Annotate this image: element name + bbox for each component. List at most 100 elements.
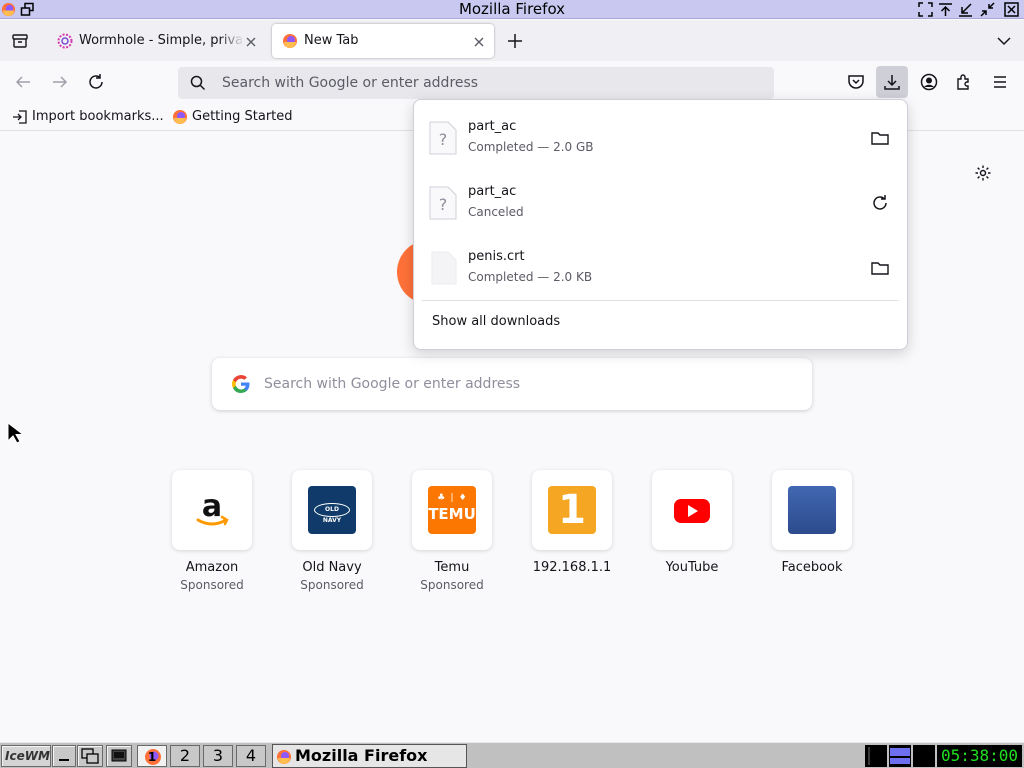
unknown-file-icon: ? [429, 121, 457, 155]
list-all-tabs-chevron-icon[interactable] [995, 32, 1013, 50]
tab-new-tab[interactable]: New Tab [272, 24, 494, 58]
url-input[interactable] [222, 67, 762, 99]
task-button-firefox[interactable]: Mozilla Firefox [272, 744, 467, 768]
restore-icon[interactable] [980, 2, 995, 17]
download-item[interactable]: ? part_ac Canceled [422, 172, 899, 234]
download-item[interactable]: ? part_ac Completed — 2.0 GB [422, 107, 899, 169]
hamburger-menu-icon[interactable] [991, 73, 1009, 91]
folder-icon[interactable] [870, 128, 890, 148]
retry-icon[interactable] [870, 193, 890, 213]
sponsored-label: Sponsored [420, 578, 484, 592]
memory-monitor-icon [913, 745, 935, 767]
shortcut-name: Amazon [185, 560, 239, 575]
facebook-logo-text: f [788, 490, 836, 535]
download-filename: penis.crt [468, 249, 525, 264]
close-window-icon[interactable] [1004, 2, 1019, 17]
clock: 05:38:00 [937, 745, 1022, 767]
tab-wormhole[interactable]: Wormhole - Simple, private [47, 24, 266, 58]
downloads-panel: ? part_ac Completed — 2.0 GB ? part_ac C… [413, 99, 908, 350]
shortcut-tile[interactable]: OLD NAVY [292, 470, 372, 550]
sponsored-label: Sponsored [300, 578, 364, 592]
download-status: Completed — 2.0 GB [468, 140, 594, 154]
download-icon [883, 73, 901, 91]
shortcut-name: Temu [434, 560, 470, 575]
terminal-button[interactable] [106, 745, 132, 767]
folder-icon[interactable] [870, 258, 890, 278]
window-titlebar: Mozilla Firefox [0, 0, 1024, 19]
network-monitor-icon [889, 745, 911, 767]
back-arrow-icon[interactable] [14, 73, 32, 91]
fullscreen-icon[interactable] [918, 2, 933, 17]
start-menu-button[interactable]: IceWM [1, 745, 51, 767]
router-logo-text: 1 [558, 487, 586, 533]
workspace-3-button[interactable]: 3 [203, 745, 233, 767]
reload-icon[interactable] [87, 73, 105, 91]
svg-text:a: a [202, 489, 222, 524]
url-bar[interactable] [178, 67, 774, 99]
window-list-button[interactable] [77, 745, 103, 767]
show-desktop-icon [59, 759, 69, 761]
panel-separator [422, 300, 899, 301]
search-icon [190, 75, 206, 91]
workspace-2-button[interactable]: 2 [170, 745, 200, 767]
window-title: Mozilla Firefox [458, 0, 566, 18]
tab-label: New Tab [304, 33, 359, 48]
close-tab-icon[interactable] [244, 34, 258, 48]
show-desktop-button[interactable] [52, 745, 76, 767]
cpu-monitor-icon [865, 745, 887, 767]
mouse-cursor-icon [7, 421, 25, 444]
download-status: Canceled [468, 205, 524, 219]
unknown-file-icon: ? [429, 186, 457, 220]
downloads-button[interactable] [876, 66, 908, 98]
workspace-1-button[interactable]: 1 [137, 745, 167, 767]
download-filename: part_ac [468, 119, 517, 134]
facebook-icon: f [788, 486, 836, 534]
rollup-icon[interactable] [938, 2, 953, 17]
taskbar: IceWM 1 2 3 4 Mozilla Firefox 05:38:00 [0, 742, 1024, 768]
newtab-search-box[interactable] [212, 358, 812, 410]
shortcut-name: YouTube [665, 560, 719, 575]
amazon-icon: a [188, 486, 236, 534]
blank-file-icon [429, 251, 457, 285]
old-navy-logo-text: OLD NAVY [314, 503, 350, 524]
sponsored-label: Sponsored [180, 578, 244, 592]
old-navy-icon: OLD NAVY [308, 486, 356, 534]
firefox-icon [282, 33, 298, 49]
workspace-4-button[interactable]: 4 [236, 745, 266, 767]
shortcut-name: 192.168.1.1 [532, 560, 612, 575]
start-menu-label: IceWM [5, 749, 50, 763]
shortcut-tile[interactable]: 1 [532, 470, 612, 550]
show-all-downloads-button[interactable]: Show all downloads [432, 314, 560, 329]
temu-icon: ♣ ❘ ♦ TEMU [428, 486, 476, 534]
svg-text:?: ? [439, 195, 448, 214]
forward-arrow-icon[interactable] [51, 73, 69, 91]
tab-label: Wormhole - Simple, private [79, 33, 244, 48]
shortcut-tile[interactable]: ♣ ❘ ♦ TEMU [412, 470, 492, 550]
navigation-toolbar [0, 61, 1024, 103]
download-item[interactable]: penis.crt Completed — 2.0 KB [422, 237, 899, 299]
close-tab-icon[interactable] [472, 34, 486, 48]
task-label: Mozilla Firefox [295, 746, 428, 765]
new-tab-plus-icon[interactable] [506, 32, 524, 50]
shortcut-tile[interactable] [652, 470, 732, 550]
firefox-icon [172, 109, 188, 125]
shortcut-tile[interactable]: f [772, 470, 852, 550]
pocket-icon[interactable] [847, 73, 865, 91]
svg-text:?: ? [439, 130, 448, 149]
shortcut-name: Facebook [781, 560, 843, 575]
customize-gear-icon[interactable] [974, 164, 992, 182]
firefox-icon [276, 749, 292, 765]
download-filename: part_ac [468, 184, 517, 199]
minimize-icon[interactable] [958, 2, 973, 17]
extensions-puzzle-icon[interactable] [955, 73, 973, 91]
firefox-view-icon[interactable] [11, 32, 29, 50]
newtab-search-input[interactable] [264, 358, 794, 410]
import-icon [12, 109, 28, 125]
youtube-icon [668, 486, 716, 534]
google-icon [231, 374, 251, 394]
account-icon[interactable] [920, 73, 938, 91]
bookmark-label: Import bookmarks... [32, 109, 164, 124]
workspace-label: 1 [147, 750, 157, 764]
shortcut-name: Old Navy [302, 560, 362, 575]
shortcut-tile[interactable]: a [172, 470, 252, 550]
